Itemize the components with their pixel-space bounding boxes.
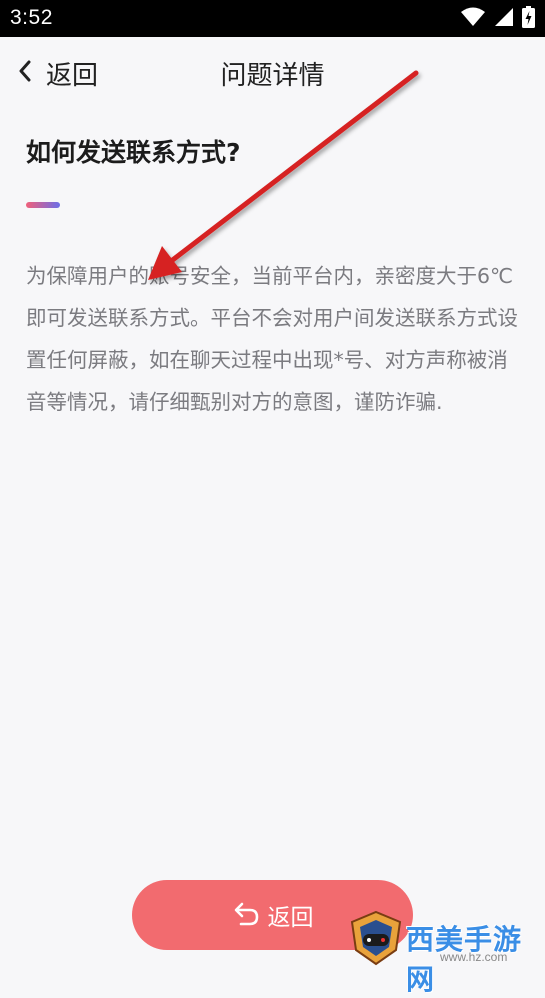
title-accent-divider [26,202,60,208]
wifi-icon [460,7,486,31]
status-icons [460,6,535,32]
site-watermark: 西美手游网 www.hz.com [348,906,545,995]
page-title: 问题详情 [220,61,325,91]
signal-icon [494,7,514,31]
status-time: 3:52 [10,6,53,29]
bottom-button-label: 返回 [267,905,314,931]
question-title: 如何发送联系方式? [26,138,241,167]
gamepad-shield-icon [348,910,404,970]
watermark-sub: www.hz.com [440,950,508,964]
status-bar: 3:52 [0,0,545,37]
nav-bar: 返回 问题详情 [0,37,545,109]
return-arrow-icon [232,900,260,930]
answer-text: 为保障用户的账号安全，当前平台内，亲密度大于6℃即可发送联系方式。平台不会对用户… [26,264,518,414]
battery-charging-icon [522,6,535,32]
